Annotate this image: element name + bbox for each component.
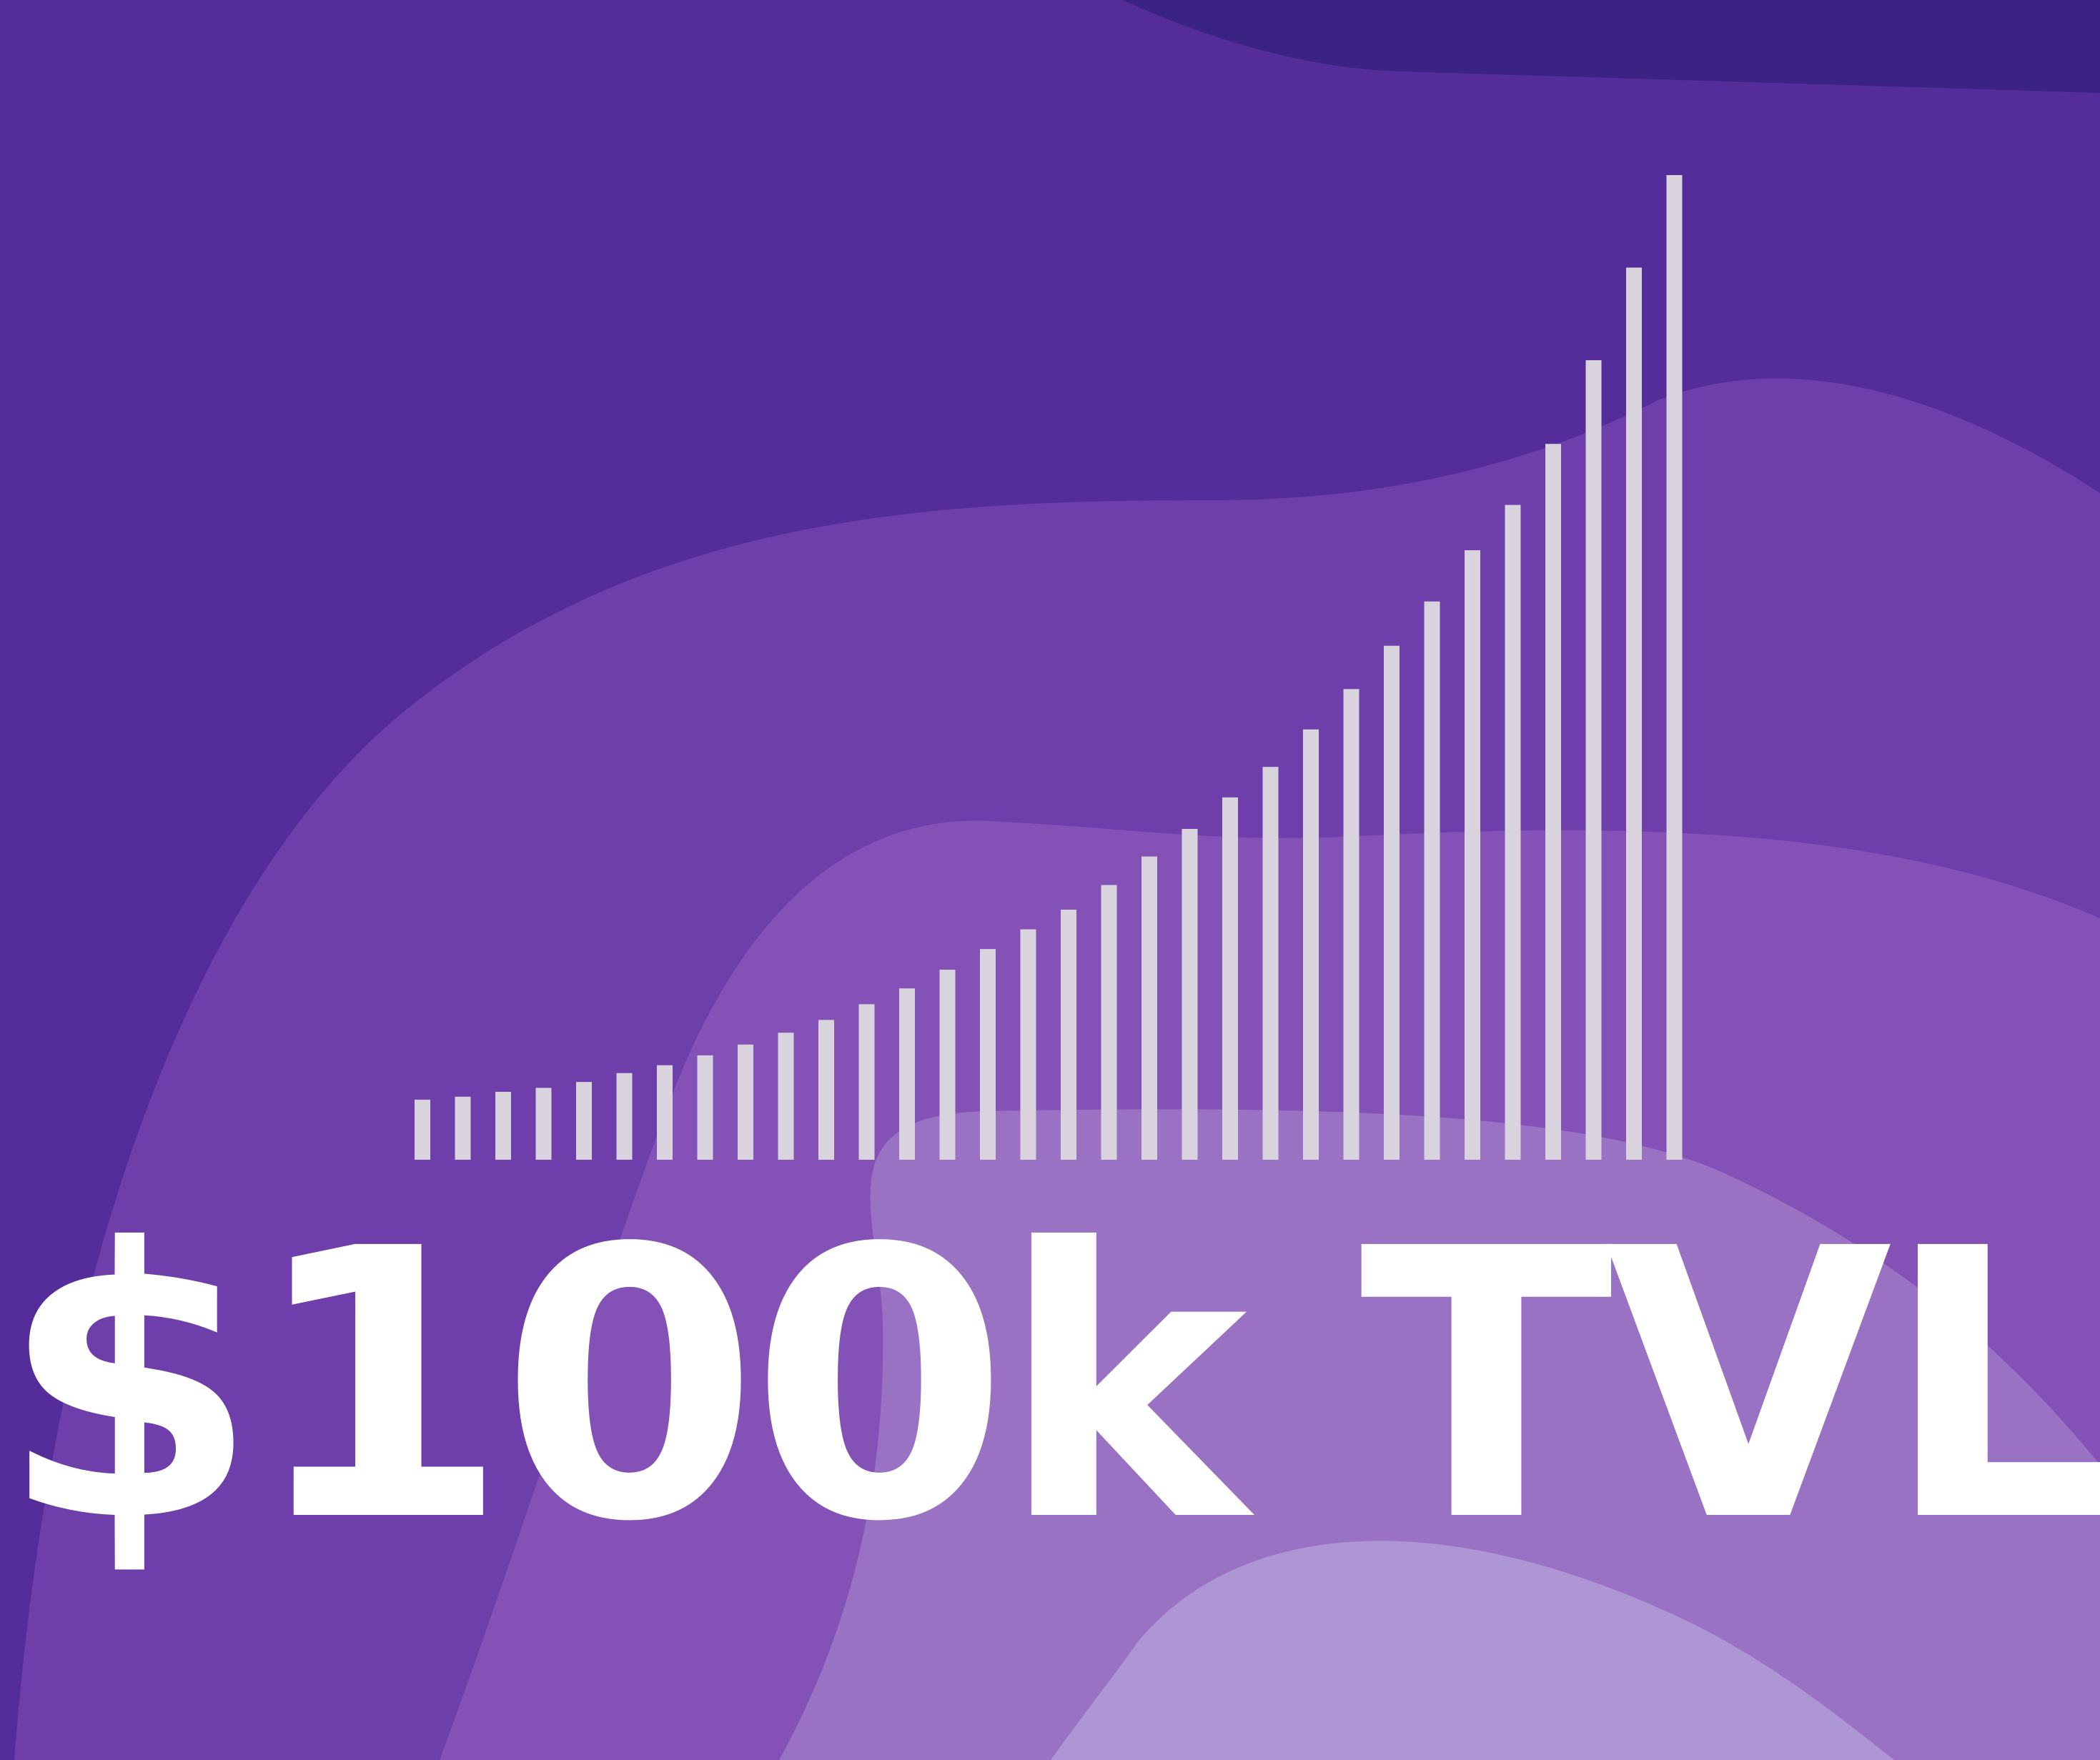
- bar-26: [1424, 601, 1440, 1160]
- bar-6: [616, 1073, 633, 1160]
- bar-2: [455, 1096, 471, 1160]
- bar-22: [1262, 767, 1279, 1160]
- bar-23: [1303, 729, 1319, 1160]
- bar-18: [1101, 885, 1117, 1160]
- bar-28: [1505, 504, 1521, 1160]
- bar-1: [415, 1099, 430, 1160]
- bar-14: [939, 970, 956, 1160]
- bar-17: [1061, 910, 1076, 1160]
- bar-15: [980, 949, 996, 1160]
- bar-30: [1585, 360, 1602, 1160]
- bars-group: [415, 175, 1683, 1160]
- bar-13: [899, 988, 915, 1160]
- bar-32: [1666, 175, 1683, 1160]
- bar-11: [818, 1020, 834, 1160]
- bar-9: [738, 1044, 753, 1160]
- bar-29: [1545, 444, 1561, 1160]
- bar-21: [1222, 797, 1238, 1160]
- headline: $100k TVL: [0, 1170, 2100, 1603]
- bar-3: [495, 1091, 511, 1160]
- bar-7: [657, 1065, 673, 1160]
- banner: $100k TVL: [0, 0, 2100, 1760]
- bar-19: [1141, 856, 1157, 1160]
- bar-8: [697, 1055, 713, 1160]
- bar-25: [1384, 645, 1400, 1160]
- bar-4: [535, 1088, 552, 1160]
- bar-31: [1626, 267, 1642, 1160]
- bar-10: [778, 1033, 794, 1160]
- bar-27: [1465, 550, 1480, 1160]
- bar-16: [1020, 929, 1036, 1160]
- bar-5: [576, 1082, 592, 1160]
- bar-24: [1343, 689, 1359, 1160]
- bar-20: [1182, 829, 1198, 1160]
- bar-12: [858, 1004, 875, 1160]
